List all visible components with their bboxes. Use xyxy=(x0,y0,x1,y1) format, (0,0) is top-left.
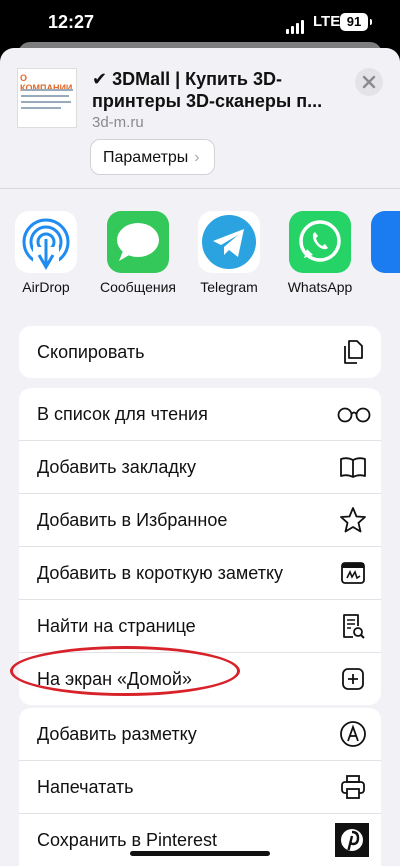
app-messages[interactable]: Сообщения xyxy=(98,211,178,296)
messages-icon xyxy=(107,211,169,273)
action-add-bookmark[interactable]: Добавить закладку xyxy=(19,441,381,494)
action-markup[interactable]: Добавить разметку xyxy=(19,708,381,761)
action-save-pinterest[interactable]: Сохранить в Pinterest xyxy=(19,814,381,866)
app-label: AirDrop xyxy=(22,279,70,295)
action-add-favorites[interactable]: Добавить в Избранное xyxy=(19,494,381,547)
app-label: WhatsApp xyxy=(287,279,353,295)
action-label: Добавить в Избранное xyxy=(37,510,228,530)
app-partial[interactable] xyxy=(371,211,400,273)
share-sheet-header: О КОМПАНИИ ✔ 3DMall | Купить 3D-принтеры… xyxy=(0,48,400,188)
action-find-on-page[interactable]: Найти на странице xyxy=(19,600,381,653)
battery-indicator: 91 xyxy=(340,13,372,31)
action-label: Сохранить в Pinterest xyxy=(37,830,218,850)
app-label: Сообщения xyxy=(100,279,176,295)
share-sheet: О КОМПАНИИ ✔ 3DMall | Купить 3D-принтеры… xyxy=(0,48,400,866)
action-label: Скопировать xyxy=(37,342,145,362)
action-label: На экран «Домой» xyxy=(37,669,192,689)
cellular-signal-icon xyxy=(286,16,306,34)
network-type: LTE xyxy=(313,13,341,30)
page-title: ✔ 3DMall | Купить 3D-принтеры 3D-сканеры… xyxy=(92,69,323,111)
status-time: 12:27 xyxy=(48,12,95,32)
action-label: В список для чтения xyxy=(37,404,208,424)
options-button[interactable]: Параметры › xyxy=(90,139,215,175)
action-group-main: В список для чтения Добавить закладку До… xyxy=(19,388,381,705)
action-label: Найти на странице xyxy=(37,616,196,636)
action-group-other: Добавить разметку Напечатать Сохранить в… xyxy=(19,708,381,866)
telegram-icon xyxy=(198,211,260,273)
close-icon xyxy=(362,75,376,89)
action-add-to-home-screen[interactable]: На экран «Домой» xyxy=(19,653,381,705)
close-button[interactable] xyxy=(355,68,383,96)
quick-note-icon xyxy=(341,562,365,584)
action-print[interactable]: Напечатать xyxy=(19,761,381,814)
action-label: Добавить закладку xyxy=(37,457,196,477)
action-copy[interactable]: Скопировать xyxy=(19,326,381,378)
app-whatsapp[interactable]: WhatsApp xyxy=(280,211,360,296)
find-on-page-icon xyxy=(343,614,365,639)
whatsapp-icon xyxy=(289,211,351,273)
action-label: Добавить в короткую заметку xyxy=(37,563,284,583)
add-square-icon xyxy=(342,668,364,690)
copy-icon xyxy=(344,340,363,364)
app-partial-icon xyxy=(371,211,400,273)
book-icon xyxy=(340,457,366,478)
share-app-row: AirDrop Сообщения Telegram WhatsApp xyxy=(0,211,400,321)
app-airdrop[interactable]: AirDrop xyxy=(6,211,86,296)
header-divider xyxy=(0,188,400,189)
printer-icon xyxy=(341,775,365,799)
action-label: Добавить разметку xyxy=(37,724,197,744)
chevron-right-icon: › xyxy=(194,149,200,166)
app-telegram[interactable]: Telegram xyxy=(189,211,269,296)
action-reading-list[interactable]: В список для чтения xyxy=(19,388,381,441)
pinterest-icon xyxy=(335,823,369,857)
action-quick-note[interactable]: Добавить в короткую заметку xyxy=(19,547,381,600)
app-label: Telegram xyxy=(200,279,258,295)
page-thumbnail: О КОМПАНИИ xyxy=(17,68,77,128)
action-label: Напечатать xyxy=(37,777,134,797)
status-bar: 12:27 LTE 91 xyxy=(0,0,400,46)
markup-pen-icon xyxy=(340,721,366,747)
page-domain: 3d-m.ru xyxy=(92,114,144,131)
options-label: Параметры xyxy=(103,149,189,166)
glasses-icon xyxy=(337,407,371,423)
star-icon xyxy=(340,507,366,533)
action-group-copy: Скопировать xyxy=(19,326,381,378)
home-indicator xyxy=(130,851,270,856)
airdrop-icon xyxy=(15,211,77,273)
